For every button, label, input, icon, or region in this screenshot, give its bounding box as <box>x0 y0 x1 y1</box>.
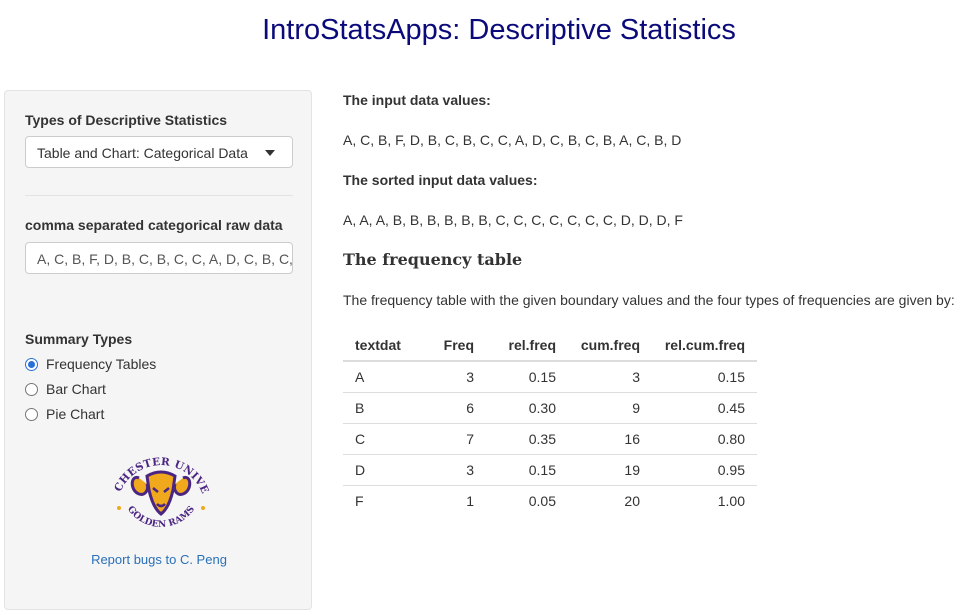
table-cell: 6 <box>418 392 474 424</box>
university-logo: WEST CHESTER UNIVERSITY GOLDEN RAMS <box>105 438 211 530</box>
sidebar-panel: Types of Descriptive Statistics Table an… <box>4 90 312 610</box>
table-row: D 3 0.15 19 0.95 <box>343 454 757 486</box>
table-cell: 16 <box>556 423 640 455</box>
stat-type-selected-value: Table and Chart: Categorical Data <box>37 145 248 161</box>
raw-data-input[interactable]: A, C, B, F, D, B, C, B, C, C, A, D, C, B… <box>25 242 293 274</box>
input-data-values: A, C, B, F, D, B, C, B, C, C, A, D, C, B… <box>343 132 682 148</box>
table-cell: 0.35 <box>474 423 556 455</box>
radio-unchecked-icon[interactable] <box>25 382 38 396</box>
sorted-data-heading: The sorted input data values: <box>343 172 538 188</box>
table-cell: C <box>343 423 418 455</box>
table-row: F 1 0.05 20 1.00 <box>343 485 757 516</box>
sidebar-divider <box>25 195 293 196</box>
table-row: A 3 0.15 3 0.15 <box>343 361 757 393</box>
table-cell: 1 <box>418 485 474 516</box>
table-cell: 0.15 <box>528 369 556 385</box>
table-cell: 0.45 <box>640 392 757 424</box>
table-cell: 1.00 <box>640 485 757 516</box>
table-cell: 9 <box>556 392 640 424</box>
stat-type-label: Types of Descriptive Statistics <box>25 112 228 128</box>
column-header: textdat <box>343 330 418 362</box>
radio-label: Bar Chart <box>46 381 106 397</box>
page-title: IntroStatsApps: Descriptive Statistics <box>262 14 736 46</box>
frequency-table-description: The frequency table with the given bound… <box>343 292 955 308</box>
table-cell: 20 <box>556 485 640 516</box>
column-header: cum.freq <box>556 330 640 362</box>
table-cell: 3 <box>632 369 640 385</box>
column-header: Freq <box>418 330 474 362</box>
table-cell: 0.30 <box>474 392 556 424</box>
column-header: rel.cum.freq <box>640 330 757 362</box>
table-header-row: textdat Freq rel.freq cum.freq rel.cum.f… <box>343 330 757 362</box>
table-cell: A <box>355 369 365 385</box>
table-cell: D <box>343 454 418 486</box>
report-bugs-link[interactable]: Report bugs to C. Peng <box>5 552 313 567</box>
input-data-heading: The input data values: <box>343 92 491 108</box>
stat-type-select[interactable]: Table and Chart: Categorical Data <box>25 136 293 168</box>
table-cell: B <box>343 392 418 424</box>
sorted-data-values: A, A, A, B, B, B, B, B, B, C, C, C, C, C… <box>343 212 683 228</box>
table-cell: 19 <box>556 454 640 486</box>
radio-label: Frequency Tables <box>46 356 157 372</box>
ram-head-icon <box>130 470 192 516</box>
radio-unchecked-icon[interactable] <box>25 407 38 421</box>
table-cell: 0.05 <box>474 485 556 516</box>
table-cell: 0.15 <box>717 369 745 385</box>
raw-data-label: comma separated categorical raw data <box>25 217 283 233</box>
column-header: rel.freq <box>474 330 556 362</box>
radio-frequency-tables[interactable]: Frequency Tables <box>25 354 156 374</box>
radio-pie-chart[interactable]: Pie Chart <box>25 404 104 424</box>
radio-bar-chart[interactable]: Bar Chart <box>25 379 106 399</box>
radio-label: Pie Chart <box>46 406 105 422</box>
table-row: C 7 0.35 16 0.80 <box>343 423 757 455</box>
frequency-table: textdat Freq rel.freq cum.freq rel.cum.f… <box>343 330 757 516</box>
caret-down-icon[interactable] <box>265 150 275 156</box>
table-cell: 0.80 <box>640 423 757 455</box>
frequency-table-heading: The frequency table <box>343 250 523 269</box>
table-cell: 3 <box>418 454 474 486</box>
table-row: B 6 0.30 9 0.45 <box>343 392 757 424</box>
table-cell: 0.15 <box>474 454 556 486</box>
table-cell: 7 <box>418 423 474 455</box>
summary-types-label: Summary Types <box>25 331 133 347</box>
radio-checked-icon[interactable] <box>25 357 38 371</box>
table-cell: 3 <box>466 369 474 385</box>
table-cell: 0.95 <box>640 454 757 486</box>
table-cell: F <box>343 485 418 516</box>
